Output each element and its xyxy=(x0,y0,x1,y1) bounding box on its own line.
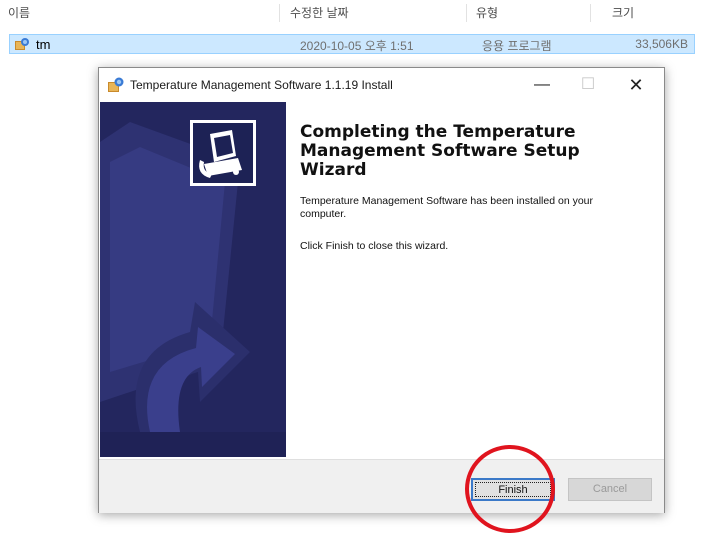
dialog-footer: Finish Cancel xyxy=(99,459,664,513)
maximize-button: ☐ xyxy=(580,76,596,93)
finish-instruction: Click Finish to close this wizard. xyxy=(300,240,449,252)
focus-ring xyxy=(475,482,551,497)
installer-dialog: Temperature Management Software 1.1.19 I… xyxy=(98,67,665,513)
setup-wizard-icon xyxy=(190,120,256,186)
file-size: 33,506KB xyxy=(635,37,688,51)
installer-app-icon xyxy=(107,76,125,94)
column-divider[interactable] xyxy=(279,4,280,22)
finish-button[interactable]: Finish xyxy=(471,478,555,501)
column-divider[interactable] xyxy=(590,4,591,22)
file-row-tm[interactable]: tm 2020-10-05 오후 1:51 응용 프로그램 33,506KB xyxy=(9,34,695,54)
wizard-heading: Completing the Temperature Management So… xyxy=(300,122,580,180)
wizard-banner-image xyxy=(100,102,286,457)
column-name[interactable]: 이름 xyxy=(8,4,30,21)
file-date: 2020-10-05 오후 1:51 xyxy=(300,39,414,53)
column-size[interactable]: 크기 xyxy=(612,4,634,21)
file-type: 응용 프로그램 xyxy=(482,39,552,53)
install-success-message: Temperature Management Software has been… xyxy=(300,195,594,220)
minimize-button[interactable]: — xyxy=(519,68,565,102)
column-header: 이름 수정한 날짜 유형 크기 xyxy=(0,0,703,26)
column-type[interactable]: 유형 xyxy=(476,4,498,21)
cancel-button-label: Cancel xyxy=(592,483,628,495)
close-button[interactable]: ✕ xyxy=(613,68,659,102)
file-name: tm xyxy=(36,37,51,52)
column-date-modified[interactable]: 수정한 날짜 xyxy=(290,4,349,21)
dialog-title: Temperature Management Software 1.1.19 I… xyxy=(130,78,393,92)
dialog-titlebar[interactable]: Temperature Management Software 1.1.19 I… xyxy=(99,68,664,102)
wizard-content: Completing the Temperature Management So… xyxy=(300,122,640,253)
cancel-button: Cancel xyxy=(568,478,652,501)
installer-icon xyxy=(14,36,30,52)
column-divider[interactable] xyxy=(466,4,467,22)
